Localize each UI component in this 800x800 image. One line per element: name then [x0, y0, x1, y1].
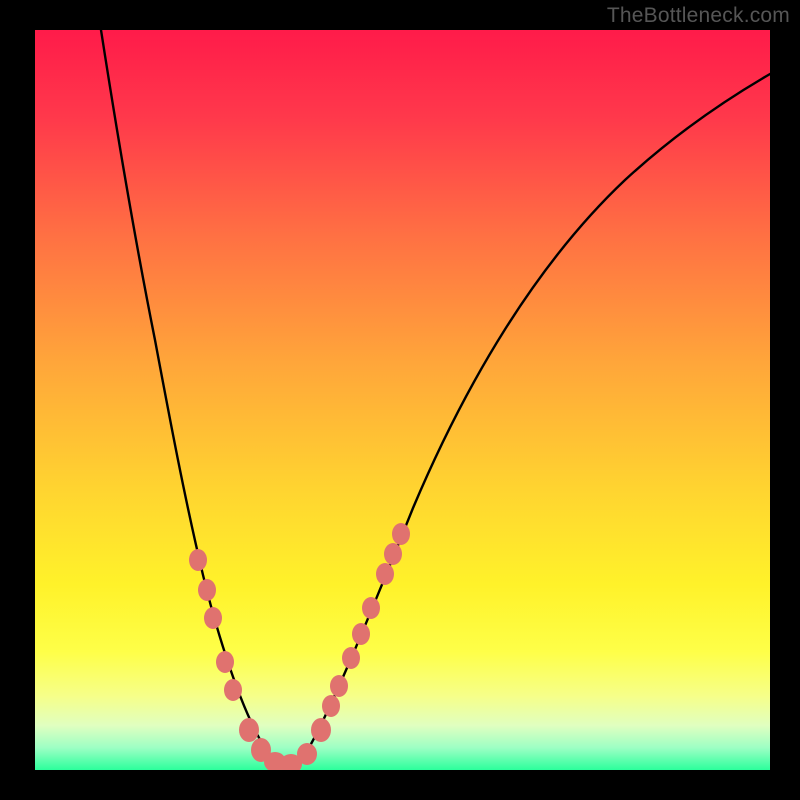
- v-curve: [35, 30, 770, 770]
- curve-path: [101, 30, 770, 766]
- plot-area: [35, 30, 770, 770]
- watermark-text: TheBottleneck.com: [607, 4, 790, 28]
- chart-container: TheBottleneck.com: [0, 0, 800, 800]
